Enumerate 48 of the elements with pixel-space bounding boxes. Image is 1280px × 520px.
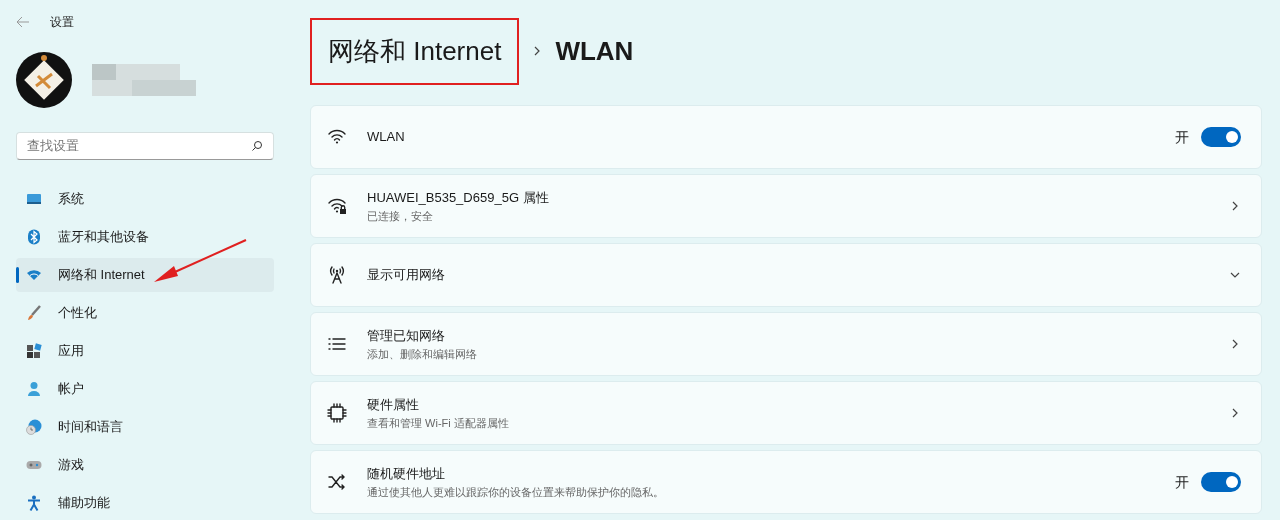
settings-row[interactable]: 随机硬件地址 通过使其他人更难以跟踪你的设备位置来帮助保护你的隐私。 开 <box>310 450 1262 514</box>
breadcrumb-parent[interactable]: 网络和 Internet <box>310 17 520 85</box>
paintbrush-icon <box>26 305 42 321</box>
row-title: 随机硬件地址 <box>367 465 446 483</box>
sidebar-item[interactable]: 时间和语言 <box>16 410 274 444</box>
person-icon <box>26 381 42 397</box>
sidebar-item[interactable]: 帐户 <box>16 372 274 406</box>
row-title: 硬件属性 <box>367 396 420 414</box>
row-subtitle: 添加、删除和编辑网络 <box>367 347 478 362</box>
row-subtitle: 已连接，安全 <box>367 209 434 224</box>
toggle-state-label: 开 <box>1175 473 1189 492</box>
search-field[interactable]: 查找设置 <box>16 132 274 160</box>
row-title: 显示可用网络 <box>367 266 446 284</box>
row-subtitle: 通过使其他人更难以跟踪你的设备位置来帮助保护你的隐私。 <box>367 485 665 500</box>
sidebar-item[interactable]: 应用 <box>16 334 274 368</box>
settings-row[interactable]: 硬件属性 查看和管理 Wi-Fi 适配器属性 <box>310 381 1262 445</box>
row-title: HUAWEI_B535_D659_5G 属性 <box>367 189 550 207</box>
globe-clock-icon <box>26 419 42 435</box>
row-subtitle: 查看和管理 Wi-Fi 适配器属性 <box>367 416 510 431</box>
wifi-lock-icon <box>327 196 347 216</box>
toggle-switch[interactable] <box>1201 472 1241 492</box>
search-icon <box>251 140 263 152</box>
monitor-icon <box>26 191 42 207</box>
settings-row[interactable]: 管理已知网络 添加、删除和编辑网络 <box>310 312 1262 376</box>
row-title: 管理已知网络 <box>367 327 446 345</box>
row-title: WLAN <box>367 128 406 146</box>
apps-icon <box>26 343 42 359</box>
settings-row[interactable]: WLAN 开 <box>310 105 1262 169</box>
bluetooth-icon <box>26 229 42 245</box>
sidebar-item[interactable]: 游戏 <box>16 448 274 482</box>
back-arrow-icon[interactable] <box>16 15 30 29</box>
chip-icon <box>327 403 347 423</box>
shuffle-icon <box>327 472 347 492</box>
window-title: 设置 <box>50 14 74 30</box>
toggle-switch[interactable] <box>1201 127 1241 147</box>
sidebar-item[interactable]: 个性化 <box>16 296 274 330</box>
accessibility-icon <box>26 495 42 511</box>
antenna-icon <box>327 265 347 285</box>
wifi-icon <box>26 267 42 283</box>
sidebar-item[interactable]: 网络和 Internet <box>16 258 274 292</box>
sidebar-item[interactable]: 辅助功能 <box>16 486 274 520</box>
settings-row[interactable]: 显示可用网络 <box>310 243 1262 307</box>
sidebar-item[interactable]: 系统 <box>16 182 274 216</box>
breadcrumb-current: WLAN <box>555 34 634 68</box>
settings-row[interactable]: HUAWEI_B535_D659_5G 属性 已连接，安全 <box>310 174 1262 238</box>
avatar-logo-icon <box>16 52 72 108</box>
toggle-state-label: 开 <box>1175 128 1189 147</box>
sidebar-item[interactable]: 蓝牙和其他设备 <box>16 220 274 254</box>
